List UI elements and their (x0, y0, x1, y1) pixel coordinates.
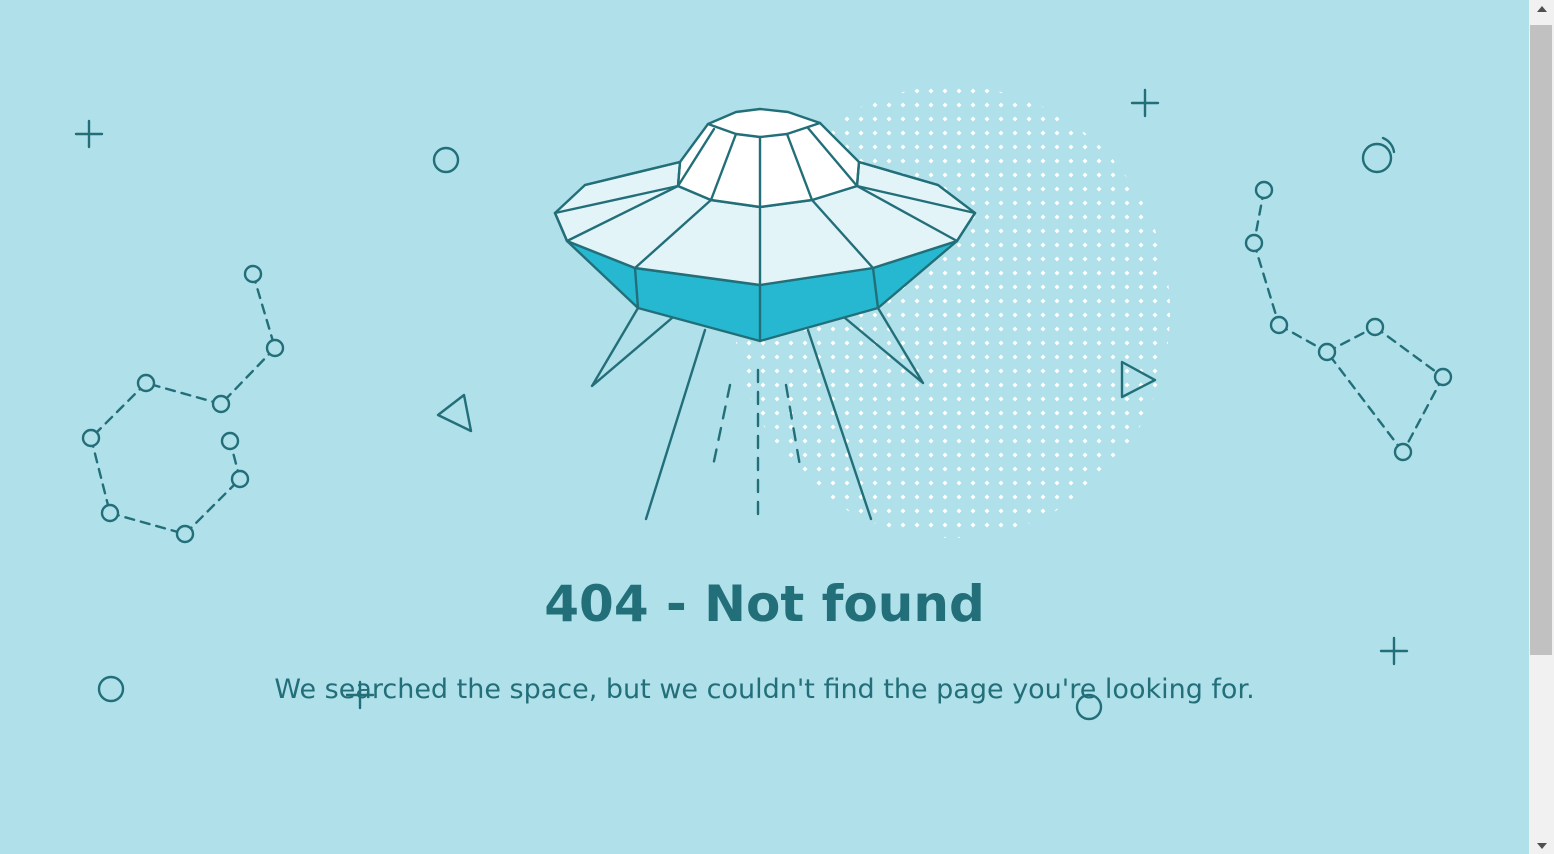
left-constellation-icon (81, 264, 285, 544)
triangle-icon (436, 393, 473, 433)
scroll-down-icon[interactable] (1529, 837, 1554, 854)
circle-icon (432, 146, 460, 174)
page-title: 404 - Not found (544, 575, 985, 633)
vertical-scrollbar[interactable] (1529, 0, 1554, 854)
error-message: We searched the space, but we couldn't f… (274, 674, 1255, 705)
plus-icon (1130, 88, 1160, 118)
scroll-up-icon[interactable] (1529, 0, 1554, 17)
right-constellation-icon (1244, 180, 1453, 462)
not-found-page: 404 - Not found We searched the space, b… (0, 0, 1529, 854)
moon-icon (1361, 136, 1396, 174)
scrollbar-thumb[interactable] (1530, 25, 1552, 655)
plus-icon (74, 119, 104, 149)
plus-icon (1379, 636, 1409, 666)
space-illustration (74, 86, 1453, 721)
